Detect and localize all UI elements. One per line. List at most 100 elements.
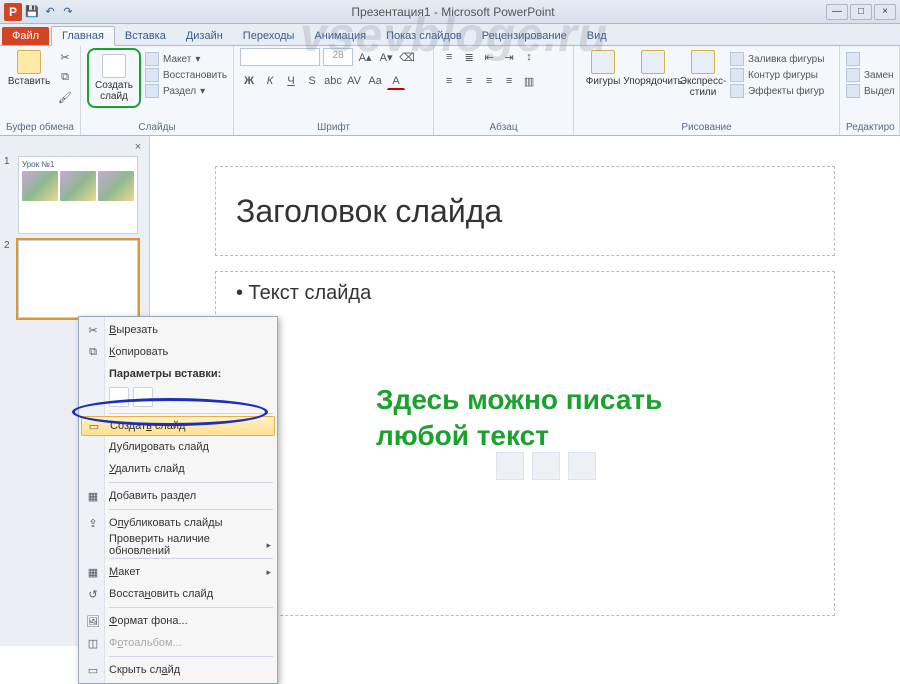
format-painter-icon[interactable]: 🖌 [56,88,74,106]
group-editing: Замен Выдел Редактиро [840,46,900,135]
minimize-button[interactable]: — [826,4,848,20]
shape-effects-button[interactable]: Эффекты фигур [730,84,824,98]
thumbnail-2[interactable]: 2 [4,240,145,318]
font-family-combo[interactable] [240,48,320,66]
font-size-combo[interactable]: 28 [323,48,353,66]
select-button[interactable]: Выдел [846,84,895,98]
ctx-format-bg[interactable]: 🖼Формат фона... [81,610,275,632]
ctx-reset[interactable]: ↺Восстановить слайд [81,583,275,605]
hide-icon: ▭ [85,662,101,678]
tab-insert[interactable]: Вставка [115,27,176,45]
body-placeholder[interactable]: • Текст слайда Здесь можно писать любой … [215,271,835,616]
ctx-publish[interactable]: ⇪Опубликовать слайды [81,512,275,534]
qat-save-icon[interactable]: 💾 [24,4,40,20]
ctx-paste-options [81,385,275,411]
find-button[interactable] [846,52,895,66]
slide: Заголовок слайда • Текст слайда Здесь мо… [195,156,855,636]
arrange-button[interactable]: Упорядочить [630,48,676,89]
overlay-annotation: Здесь можно писать любой текст [376,382,662,455]
grow-font-icon[interactable]: A▴ [356,48,374,66]
smartart-ph-icon[interactable] [568,452,596,480]
shape-outline-button[interactable]: Контур фигуры [730,68,824,82]
bold-icon[interactable]: Ж [240,72,258,90]
ctx-add-section[interactable]: ▦Добавить раздел [81,485,275,507]
shape-fill-button[interactable]: Заливка фигуры [730,52,824,66]
align-center-icon[interactable]: ≡ [460,72,478,90]
copy-icon[interactable]: ⧉ [56,68,74,86]
tab-view[interactable]: Вид [577,27,617,45]
group-label-paragraph: Абзац [440,121,567,135]
fill-icon [730,52,744,66]
new-slide-icon [102,54,126,78]
tab-animations[interactable]: Анимация [304,27,376,45]
indent-inc-icon[interactable]: ⇥ [500,48,518,66]
indent-dec-icon[interactable]: ⇤ [480,48,498,66]
tab-design[interactable]: Дизайн [176,27,233,45]
ctx-new-slide[interactable]: ▭Создать слайд [81,416,275,436]
align-right-icon[interactable]: ≡ [480,72,498,90]
line-spacing-icon[interactable]: ↕ [520,48,538,66]
qat-undo-icon[interactable]: ↶ [42,4,58,20]
underline-icon[interactable]: Ч [282,72,300,90]
title-placeholder[interactable]: Заголовок слайда [215,166,835,256]
replace-button[interactable]: Замен [846,68,895,82]
reset-button[interactable]: Восстановить [145,68,227,82]
maximize-button[interactable]: □ [850,4,872,20]
layout-icon [145,52,159,66]
section-button[interactable]: Раздел ▾ [145,84,227,98]
table-ph-icon[interactable] [496,452,524,480]
shapes-icon [591,50,615,74]
layout-button[interactable]: Макет ▾ [145,52,227,66]
group-label-slides: Слайды [87,121,227,135]
justify-icon[interactable]: ≡ [500,72,518,90]
numbering-icon[interactable]: ≣ [460,48,478,66]
group-clipboard: Вставить ✂ ⧉ 🖌 Буфер обмена [0,46,81,135]
new-slide-button[interactable]: Создать слайд [91,52,137,104]
tab-file[interactable]: Файл [2,27,49,45]
arrange-icon [641,50,665,74]
shrink-font-icon[interactable]: A▾ [377,48,395,66]
tab-transitions[interactable]: Переходы [233,27,305,45]
effects-icon [730,84,744,98]
cut-icon: ✂ [85,322,101,338]
context-menu: ✂Вырезать ⧉Копировать Параметры вставки:… [78,316,278,684]
close-button[interactable]: × [874,4,896,20]
tab-home[interactable]: Главная [51,26,115,46]
clear-format-icon[interactable]: ⌫ [398,48,416,66]
quick-styles-button[interactable]: Экспресс-стили [680,48,726,100]
tab-review[interactable]: Рецензирование [472,27,577,45]
tab-slideshow[interactable]: Показ слайдов [376,27,472,45]
paste-option-1[interactable] [109,387,129,407]
cut-icon[interactable]: ✂ [56,48,74,66]
title-bar: P 💾 ↶ ↷ Презентация1 - Microsoft PowerPo… [0,0,900,24]
columns-icon[interactable]: ▥ [520,72,538,90]
ctx-hide[interactable]: ▭Скрыть слайд [81,659,275,681]
paste-button[interactable]: Вставить [6,48,52,89]
chart-ph-icon[interactable] [532,452,560,480]
thumbnail-1[interactable]: 1 Урок №1 [4,156,145,234]
font-color-icon[interactable]: A [387,72,405,90]
ribbon-tabs: Файл Главная Вставка Дизайн Переходы Ани… [0,24,900,46]
spacing-icon[interactable]: AV [345,72,363,90]
case-icon[interactable]: Aa [366,72,384,90]
bullets-icon[interactable]: ≡ [440,48,458,66]
close-pane-icon[interactable]: × [131,140,145,154]
group-label-font: Шрифт [240,121,427,135]
ctx-duplicate[interactable]: Дублировать слайд [81,436,275,458]
ctx-layout[interactable]: ▦Макет▸ [81,561,275,583]
group-font: 28 A▴ A▾ ⌫ Ж К Ч S abc AV Aa A Шрифт [234,46,434,135]
shadow-icon[interactable]: abc [324,72,342,90]
align-left-icon[interactable]: ≡ [440,72,458,90]
strike-icon[interactable]: S [303,72,321,90]
qat-redo-icon[interactable]: ↷ [60,4,76,20]
window-buttons: — □ × [826,4,900,20]
ctx-delete[interactable]: Удалить слайд [81,458,275,480]
ctx-check-updates[interactable]: Проверить наличие обновлений▸ [81,534,275,556]
replace-icon [846,68,860,82]
ctx-copy[interactable]: ⧉Копировать [81,341,275,363]
paste-option-2[interactable] [133,387,153,407]
shapes-button[interactable]: Фигуры [580,48,626,89]
content-placeholder-icons [496,452,596,480]
italic-icon[interactable]: К [261,72,279,90]
ctx-cut[interactable]: ✂Вырезать [81,319,275,341]
